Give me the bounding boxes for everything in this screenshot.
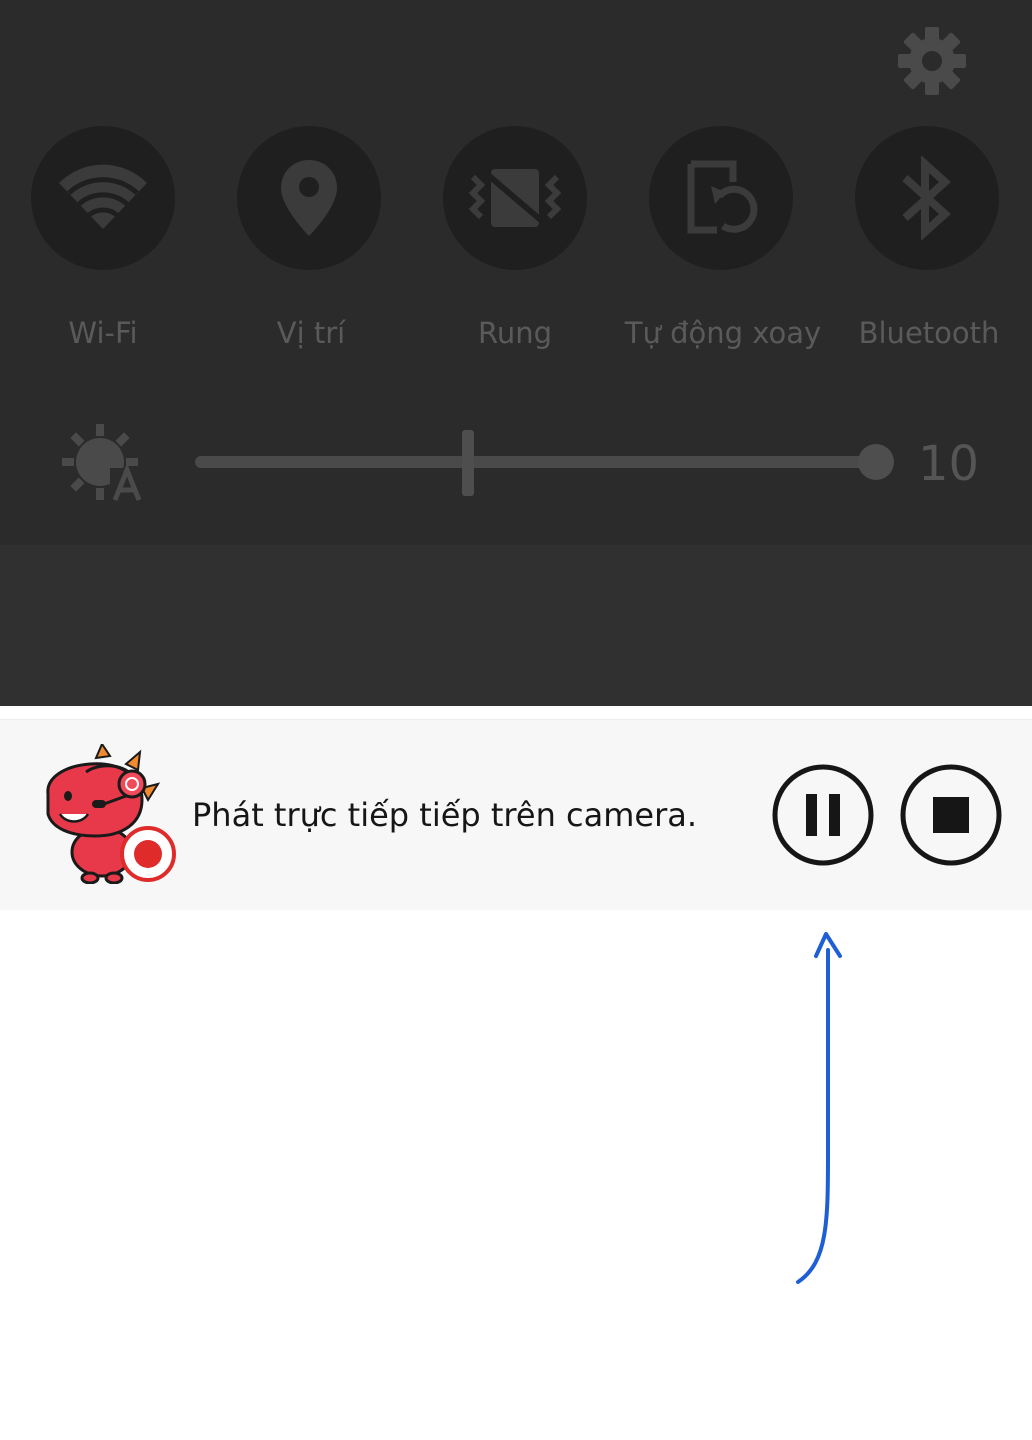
tile-label-wifi: Wi-Fi (68, 316, 138, 350)
quick-settings-panel: Wi-Fi Vị trí Rung Tự động xoay Bluetooth… (0, 0, 1032, 545)
bluetooth-icon (902, 156, 951, 240)
tile-label-autorotate: Tự động xoay (624, 316, 822, 350)
brightness-slider-track[interactable] (195, 456, 875, 468)
recording-notification[interactable]: Phát trực tiếp tiếp trên camera. (0, 719, 1032, 910)
vibrate-icon (468, 166, 562, 230)
dinosaur-mascot-recording-icon (46, 744, 176, 884)
location-tile[interactable] (237, 126, 381, 270)
brightness-adaptive-marker (462, 430, 474, 496)
location-pin-icon (281, 160, 337, 236)
pause-icon (806, 794, 840, 836)
pause-button[interactable] (772, 764, 874, 866)
auto-rotate-icon (687, 160, 758, 234)
annotation-arrow (796, 932, 842, 1284)
stop-button[interactable] (900, 764, 1002, 866)
wifi-icon (59, 164, 147, 229)
stop-icon (933, 797, 969, 833)
notification-text: Phát trực tiếp tiếp trên camera. (192, 796, 698, 834)
tile-label-vibrate: Rung (477, 316, 552, 350)
brightness-value: 10 (918, 436, 980, 492)
tile-label-location: Vị trí (276, 316, 346, 350)
bluetooth-tile[interactable] (855, 126, 999, 270)
vibrate-tile[interactable] (443, 126, 587, 270)
auto-brightness-icon[interactable] (60, 424, 148, 504)
autorotate-tile[interactable] (649, 126, 793, 270)
tile-label-bluetooth: Bluetooth (858, 316, 1000, 350)
brightness-slider-thumb[interactable] (858, 444, 894, 480)
gear-icon[interactable] (896, 25, 968, 97)
wifi-tile[interactable] (31, 126, 175, 270)
